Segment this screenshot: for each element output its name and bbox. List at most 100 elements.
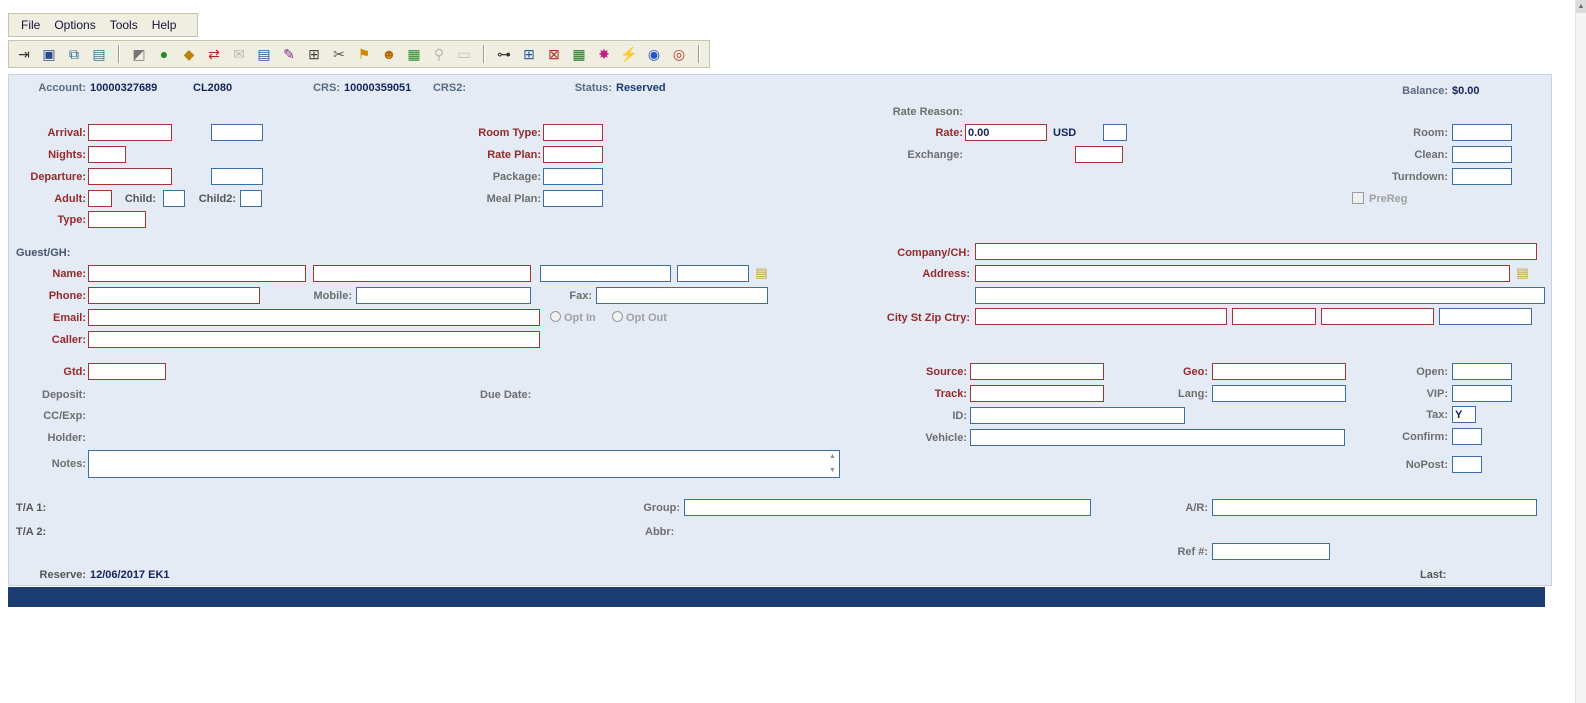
- cash-icon[interactable]: ●: [155, 45, 173, 63]
- phone-input[interactable]: [88, 287, 260, 304]
- clean-input[interactable]: [1452, 146, 1512, 163]
- name-lookup-icon[interactable]: ▤: [753, 265, 770, 280]
- opt-in-label: Opt In: [564, 312, 596, 325]
- flag-icon[interactable]: ⚑: [355, 45, 373, 63]
- arrival-input[interactable]: [88, 124, 172, 141]
- key-icon[interactable]: ⊶: [495, 45, 513, 63]
- mobile-input[interactable]: [356, 287, 531, 304]
- gtd-input[interactable]: [88, 363, 166, 380]
- menu-tools[interactable]: Tools: [104, 16, 144, 34]
- phone-label: Phone:: [10, 290, 86, 303]
- package-icon[interactable]: ◆: [180, 45, 198, 63]
- notes-scroll-arrows[interactable]: ▲▼: [826, 452, 839, 476]
- rate-reason-label: Rate Reason:: [877, 106, 963, 119]
- grid-icon[interactable]: ⊞: [520, 45, 538, 63]
- ar-input[interactable]: [1212, 499, 1537, 516]
- help-icon[interactable]: ◉: [645, 45, 663, 63]
- address-line2-input[interactable]: [975, 287, 1545, 304]
- rate-cut-icon[interactable]: ✂: [330, 45, 348, 63]
- exchange-input[interactable]: [1075, 146, 1123, 163]
- cascade-windows-icon[interactable]: ▤: [90, 45, 108, 63]
- room-input[interactable]: [1452, 124, 1512, 141]
- zip-input[interactable]: [1321, 308, 1434, 325]
- turndown-input[interactable]: [1452, 168, 1512, 185]
- state-input[interactable]: [1232, 308, 1316, 325]
- source-label: Source:: [880, 366, 967, 379]
- grid-remove-icon[interactable]: ⊠: [545, 45, 563, 63]
- name-first-input[interactable]: [313, 265, 531, 282]
- menu-file[interactable]: File: [15, 16, 46, 34]
- source-input[interactable]: [970, 363, 1104, 380]
- scrollbar-up-icon[interactable]: ▲: [1576, 0, 1586, 13]
- scroll-down-icon[interactable]: ▼: [829, 466, 836, 476]
- group-input[interactable]: [684, 499, 1091, 516]
- ref-input[interactable]: [1212, 543, 1330, 560]
- email-input[interactable]: [88, 309, 540, 326]
- meal-plan-input[interactable]: [543, 190, 603, 207]
- ar-label: A/R:: [1168, 502, 1208, 515]
- ta2-label: T/A 2:: [16, 526, 46, 539]
- lightning-icon[interactable]: ⚡: [620, 45, 638, 63]
- child-input[interactable]: [163, 190, 185, 207]
- vehicle-input[interactable]: [970, 429, 1345, 446]
- calculator-icon[interactable]: ⊞: [305, 45, 323, 63]
- track-input[interactable]: [970, 385, 1104, 402]
- country-input[interactable]: [1439, 308, 1532, 325]
- company-input[interactable]: [975, 243, 1537, 260]
- lang-input[interactable]: [1212, 385, 1346, 402]
- menu-options[interactable]: Options: [48, 16, 101, 34]
- id-input[interactable]: [970, 407, 1185, 424]
- photo-icon[interactable]: ▦: [405, 45, 423, 63]
- menu-help[interactable]: Help: [146, 16, 183, 34]
- departure-input[interactable]: [88, 168, 172, 185]
- company-label: Company/CH:: [868, 247, 970, 260]
- vip-input[interactable]: [1452, 385, 1512, 402]
- eraser-icon[interactable]: ◩: [130, 45, 148, 63]
- ref-label: Ref #:: [1158, 546, 1208, 559]
- tax-input[interactable]: [1452, 406, 1476, 423]
- nopost-input[interactable]: [1452, 456, 1482, 473]
- prereg-label: PreReg: [1369, 193, 1408, 206]
- transfer-icon[interactable]: ⇄: [205, 45, 223, 63]
- guest-history-icon[interactable]: ☻: [380, 45, 398, 63]
- vertical-scrollbar[interactable]: ▲: [1575, 0, 1586, 703]
- pen-icon[interactable]: ✎: [280, 45, 298, 63]
- email-label: Email:: [10, 312, 86, 325]
- name-middle-input[interactable]: [540, 265, 671, 282]
- rate-plan-input[interactable]: [543, 146, 603, 163]
- currency-flag-input[interactable]: [1103, 124, 1127, 141]
- terminal-icon[interactable]: ▦: [570, 45, 588, 63]
- geo-input[interactable]: [1212, 363, 1346, 380]
- package-input[interactable]: [543, 168, 603, 185]
- exit-icon[interactable]: ⇥: [15, 45, 33, 63]
- caller-input[interactable]: [88, 331, 540, 348]
- name-last-input[interactable]: [88, 265, 306, 282]
- city-input[interactable]: [975, 308, 1227, 325]
- arrival-time-input[interactable]: [211, 124, 263, 141]
- adult-input[interactable]: [88, 190, 112, 207]
- address-line1-input[interactable]: [975, 265, 1510, 282]
- name-title-input[interactable]: [677, 265, 749, 282]
- copy-icon[interactable]: ⧉: [65, 45, 83, 63]
- room-type-input[interactable]: [543, 124, 603, 141]
- notes-textarea[interactable]: [88, 450, 840, 478]
- group-label: Group:: [628, 502, 680, 515]
- type-input[interactable]: [88, 211, 146, 228]
- rate-input[interactable]: [965, 124, 1047, 141]
- scroll-up-icon[interactable]: ▲: [829, 452, 836, 462]
- save-icon[interactable]: ▣: [40, 45, 58, 63]
- nights-input[interactable]: [88, 146, 126, 163]
- toolbar-separator: [698, 45, 700, 63]
- child2-input[interactable]: [240, 190, 262, 207]
- ledger-icon[interactable]: ▤: [255, 45, 273, 63]
- prereg-checkbox: [1352, 192, 1364, 204]
- toolbar-separator: [483, 45, 485, 63]
- track-label: Track:: [880, 388, 967, 401]
- target-icon[interactable]: ◎: [670, 45, 688, 63]
- confirm-input[interactable]: [1452, 428, 1482, 445]
- departure-time-input[interactable]: [211, 168, 263, 185]
- open-input[interactable]: [1452, 363, 1512, 380]
- celebration-icon[interactable]: ✸: [595, 45, 613, 63]
- fax-input[interactable]: [596, 287, 768, 304]
- address-lookup-icon[interactable]: ▤: [1514, 265, 1531, 280]
